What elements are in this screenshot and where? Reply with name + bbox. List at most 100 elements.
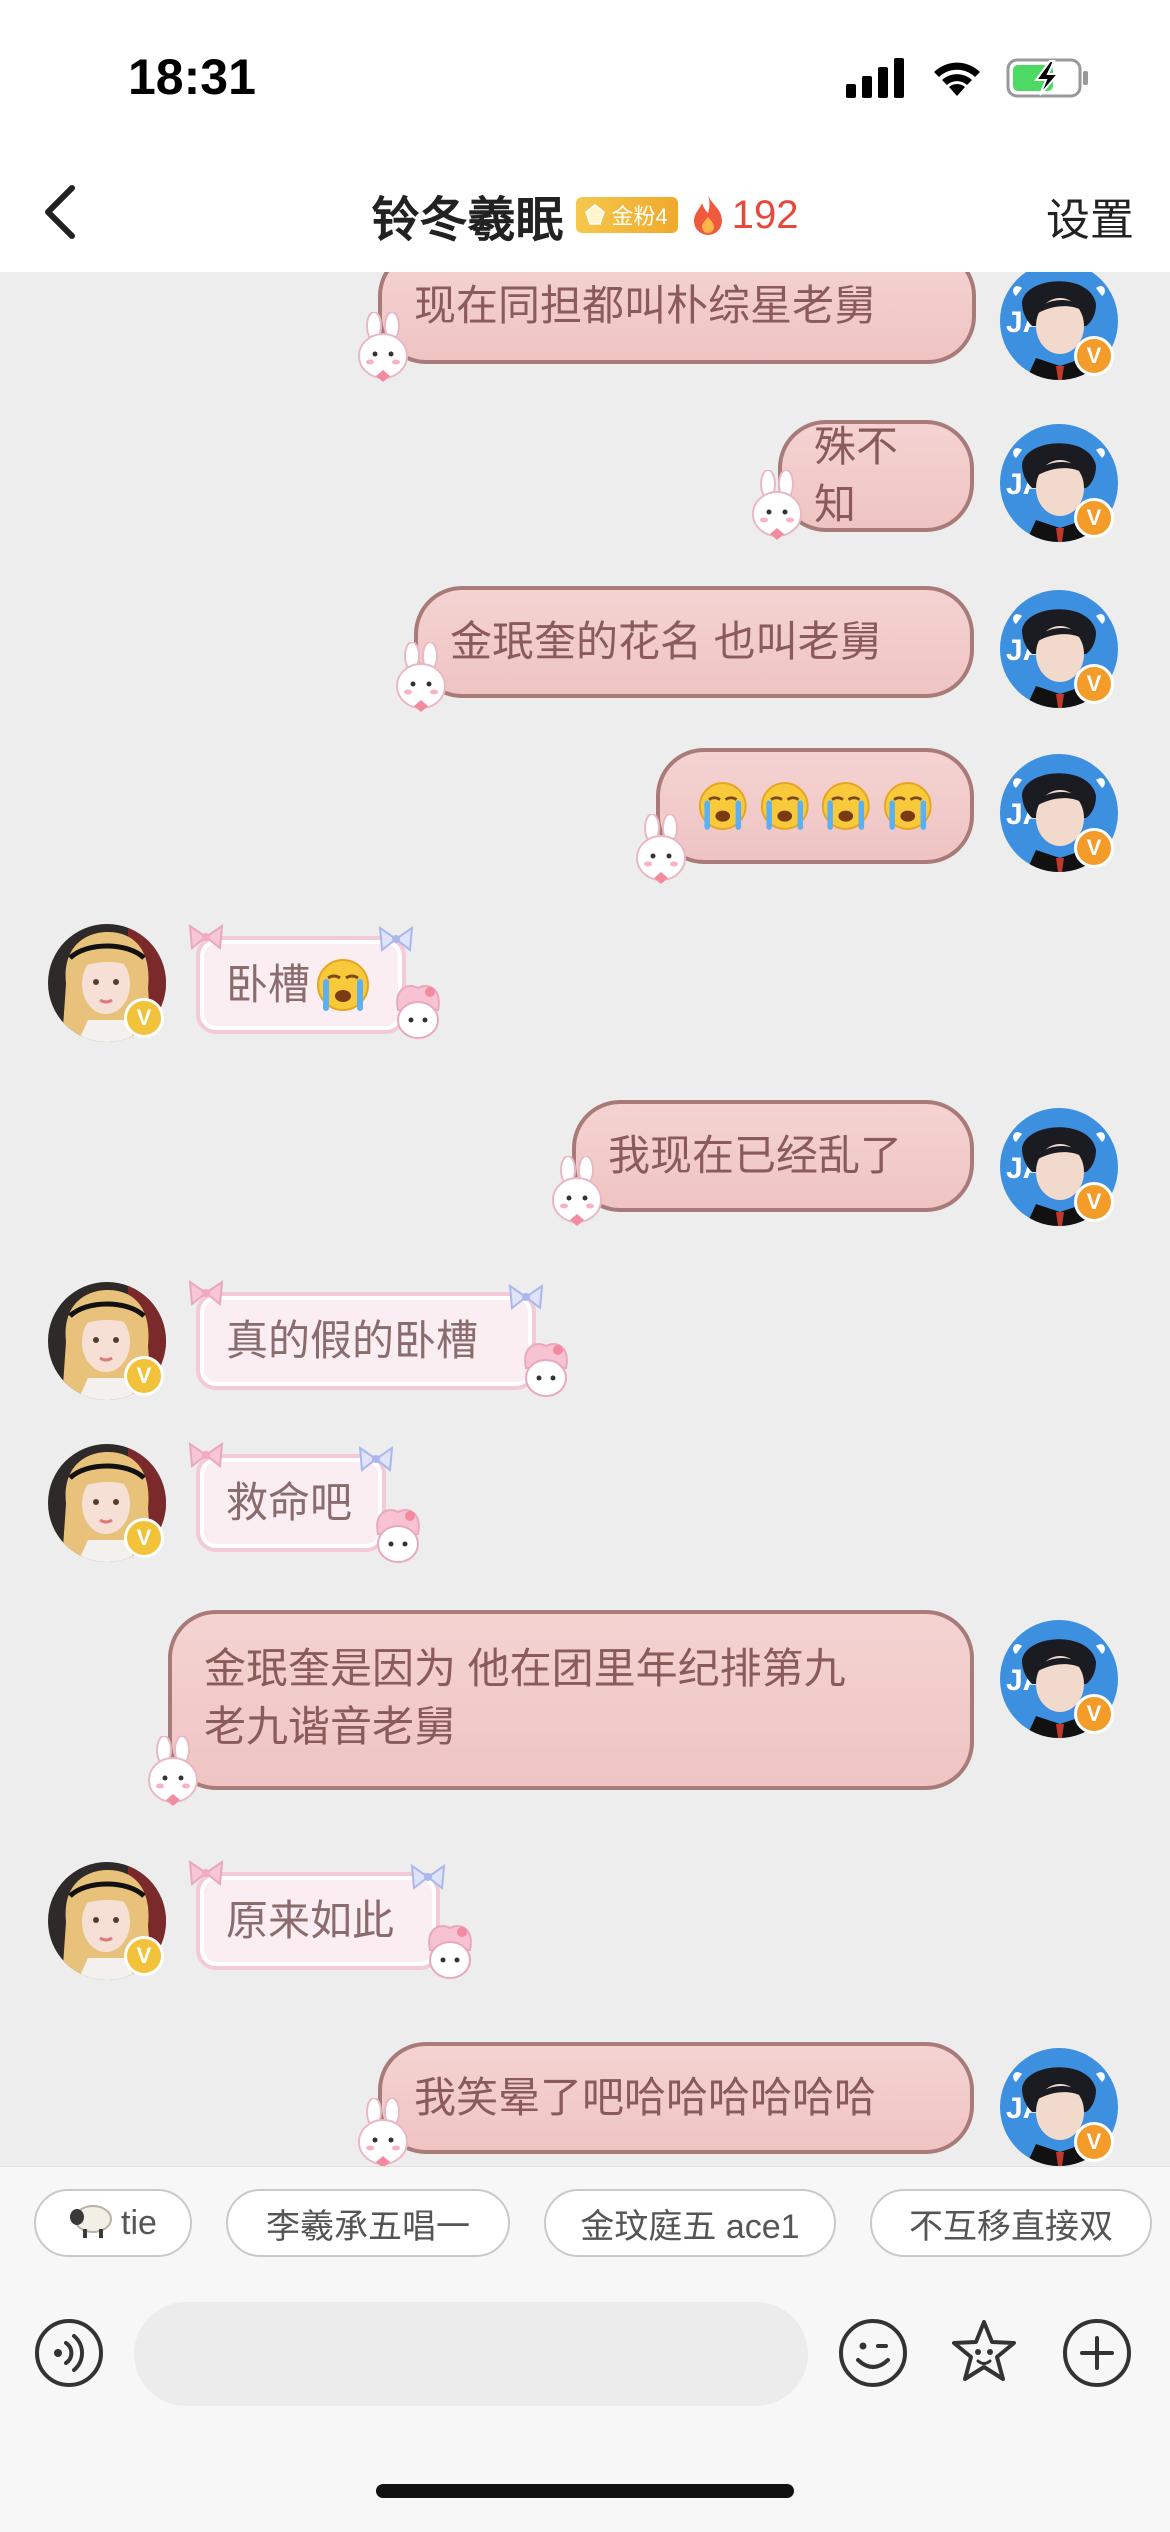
cellular-signal-icon [846, 58, 904, 98]
message-text: 殊不知 [814, 423, 899, 528]
blue-bow-icon [411, 1865, 445, 1889]
message-left: V 真的假的卧槽 [0, 1278, 1170, 1418]
verified-badge-icon: V [1074, 828, 1114, 868]
voice-icon [35, 2319, 103, 2387]
quick-tag[interactable]: 金玟庭五 ace1 [544, 2189, 836, 2257]
message-bubble[interactable]: 卧槽 [196, 936, 406, 1034]
verified-badge-icon: V [124, 1518, 164, 1558]
quick-tag-label: 金玟庭五 ace1 [580, 2207, 800, 2246]
message-right: 我笑晕了吧哈哈哈哈哈哈 V [0, 2028, 1170, 2166]
smiley-face-icon [839, 2319, 907, 2387]
quick-tag[interactable]: 李羲承五唱一 [226, 2189, 510, 2257]
pink-bow-icon [189, 925, 223, 949]
fire-count: 192 [690, 193, 799, 238]
message-text: 金珉奎的花名 也叫老舅 [450, 618, 882, 665]
crying-face-emoji-icon [821, 779, 871, 833]
quick-tag-label: tie [121, 2203, 157, 2242]
melody-sticker-icon [428, 1925, 472, 1979]
bunny-sticker-icon [752, 470, 802, 541]
message-text-line2: 老九谐音老舅 [204, 1703, 457, 1750]
crying-face-emoji-icon [883, 779, 933, 833]
verified-badge-icon: V [1074, 664, 1114, 704]
blue-bow-icon [379, 927, 413, 951]
message-left: V 卧槽 [0, 920, 1170, 1050]
bunny-sticker-icon [636, 814, 686, 885]
message-bubble[interactable]: 我现在已经乱了 [572, 1086, 974, 1212]
quick-tag[interactable]: 不互移直接双 [870, 2189, 1152, 2257]
pink-bow-icon [189, 1281, 223, 1305]
melody-sticker-icon [396, 985, 440, 1039]
message-text: 救命吧 [226, 1479, 353, 1526]
battery-charging-icon [1006, 58, 1088, 98]
message-bubble[interactable]: 金珉奎的花名 也叫老舅 [414, 572, 974, 698]
settings-button[interactable]: 设置 [1046, 184, 1134, 248]
message-right: 殊不知 V [0, 406, 1170, 560]
message-text: 原来如此 [226, 1897, 395, 1944]
voice-input-button[interactable] [34, 2318, 104, 2388]
chat-message-list[interactable]: 现在同担都叫朴综星老舅 V 殊不知 V 金珉奎的花名 也叫老舅 V V V 卧槽… [0, 272, 1170, 2166]
bunny-sticker-icon [148, 1736, 198, 1807]
fire-count-value: 192 [731, 192, 799, 237]
bunny-sticker-icon [358, 312, 408, 383]
message-bubble[interactable]: 真的假的卧槽 [196, 1292, 536, 1390]
message-right: 现在同担都叫朴综星老舅 V [0, 272, 1170, 392]
message-bubble[interactable]: 原来如此 [196, 1872, 440, 1970]
message-text: 现在同担都叫朴综星老舅 [414, 282, 877, 329]
melody-sticker-icon [524, 1343, 568, 1397]
sheep-emoji-icon [69, 2199, 115, 2248]
blue-bow-icon [509, 1285, 543, 1309]
pink-bow-icon [189, 1443, 223, 1467]
message-text: 我现在已经乱了 [608, 1132, 903, 1179]
quick-tag-label: 李羲承五唱一 [266, 2207, 470, 2246]
quick-tag[interactable]: tie [34, 2189, 192, 2257]
more-actions-button[interactable] [1062, 2318, 1132, 2388]
verified-badge-icon: V [1074, 1182, 1114, 1222]
emoji-button[interactable] [838, 2318, 908, 2388]
message-right: 金珉奎的花名 也叫老舅 V [0, 572, 1170, 726]
crying-face-emoji-icon [698, 779, 748, 833]
message-right: V [0, 734, 1170, 898]
wifi-icon [934, 62, 980, 96]
blue-bow-icon [359, 1447, 393, 1471]
status-bar: 18:31 [0, 0, 1170, 150]
message-left: V 原来如此 [0, 1858, 1170, 1998]
message-text: 卧槽 [226, 961, 311, 1008]
bunny-sticker-icon [396, 642, 446, 713]
message-bubble[interactable]: 我笑晕了吧哈哈哈哈哈哈 [378, 2028, 974, 2154]
fan-level-badge: 金粉4 [575, 197, 678, 233]
status-icons [846, 58, 1090, 98]
verified-badge-icon: V [1074, 1694, 1114, 1734]
message-input[interactable] [134, 2302, 808, 2406]
verified-badge-icon: V [124, 1936, 164, 1976]
message-text-line1: 金珉奎是因为 他在团里年纪排第九 [204, 1645, 846, 1692]
message-bubble[interactable]: 金珉奎是因为 他在团里年纪排第九 老九谐音老舅 [168, 1596, 974, 1790]
chat-header: 铃冬羲眠 金粉4 192 设置 [0, 150, 1170, 272]
bunny-sticker-icon [358, 2098, 408, 2166]
message-input-bar [0, 2274, 1170, 2532]
fire-icon [693, 195, 722, 235]
message-left: V 救命吧 [0, 1440, 1170, 1580]
verified-badge-icon: V [124, 1356, 164, 1396]
verified-badge-icon: V [1074, 2122, 1114, 2162]
pink-bow-icon [189, 1861, 223, 1885]
crying-face-emoji-icon [316, 958, 370, 1012]
chat-title-group: 铃冬羲眠 金粉4 192 [0, 180, 1170, 250]
quick-tag-label: 不互移直接双 [909, 2207, 1113, 2246]
plus-icon [1063, 2319, 1131, 2387]
message-bubble[interactable]: 现在同担都叫朴综星老舅 [378, 272, 976, 364]
home-indicator[interactable] [376, 2484, 794, 2498]
star-face-icon [952, 2320, 1016, 2381]
message-bubble[interactable] [656, 734, 974, 864]
fan-level-label: 金粉4 [611, 204, 668, 229]
verified-badge-icon: V [1074, 498, 1114, 538]
message-text: 真的假的卧槽 [226, 1317, 479, 1364]
message-right: 金珉奎是因为 他在团里年纪排第九 老九谐音老舅 V [0, 1596, 1170, 1810]
bunny-sticker-icon [552, 1156, 602, 1227]
message-right: 我现在已经乱了 V [0, 1086, 1170, 1240]
verified-badge-icon: V [124, 998, 164, 1038]
crown-icon [584, 204, 605, 225]
status-time: 18:31 [128, 49, 256, 105]
chat-title: 铃冬羲眠 [371, 194, 564, 247]
sticker-button[interactable] [948, 2316, 1020, 2388]
message-text: 我笑晕了吧哈哈哈哈哈哈 [414, 2074, 877, 2121]
